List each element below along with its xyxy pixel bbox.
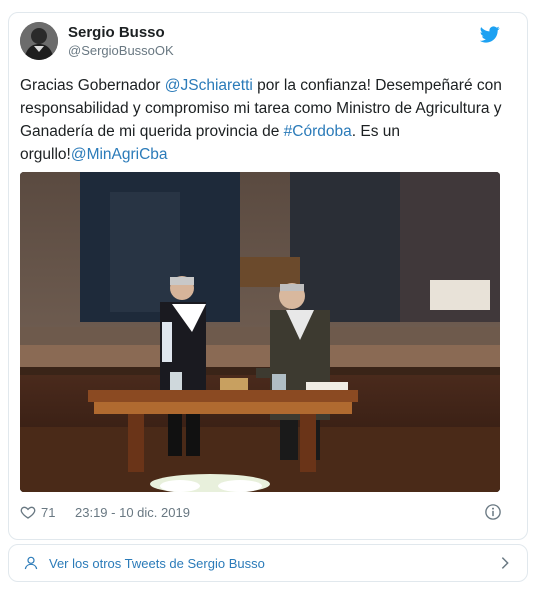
user-names: Sergio Busso @SergioBussoOK — [68, 24, 174, 60]
display-name[interactable]: Sergio Busso — [68, 24, 174, 42]
heart-icon[interactable] — [20, 504, 36, 520]
tweet-header: Sergio Busso @SergioBussoOK — [20, 22, 500, 62]
twitter-bird-icon[interactable] — [479, 24, 500, 44]
tweet-meta: 71 23:19 - 10 dic. 2019 — [20, 503, 502, 523]
chevron-right-icon[interactable] — [497, 555, 513, 571]
info-icon[interactable] — [484, 503, 502, 521]
mention-link-jschiaretti[interactable]: @JSchiaretti — [165, 77, 253, 94]
more-tweets-label[interactable]: Ver los otros Tweets de Sergio Busso — [49, 556, 265, 571]
user-handle[interactable]: @SergioBussoOK — [68, 42, 174, 60]
more-tweets-link[interactable]: Ver los otros Tweets de Sergio Busso — [8, 544, 528, 582]
like-count[interactable]: 71 — [41, 505, 55, 520]
tweet-text-segment: Gracias Gobernador — [20, 77, 165, 94]
avatar[interactable] — [20, 22, 58, 60]
person-icon — [23, 555, 39, 571]
swearing-in-photo — [20, 172, 500, 492]
tweet-photo[interactable] — [20, 172, 500, 492]
tweet-timestamp[interactable]: 23:19 - 10 dic. 2019 — [75, 505, 190, 520]
tweet-text: Gracias Gobernador @JSchiaretti por la c… — [20, 74, 502, 166]
mention-link-minagricba[interactable]: @MinAgriCba — [71, 146, 168, 163]
hashtag-link-cordoba[interactable]: #Córdoba — [284, 123, 352, 140]
